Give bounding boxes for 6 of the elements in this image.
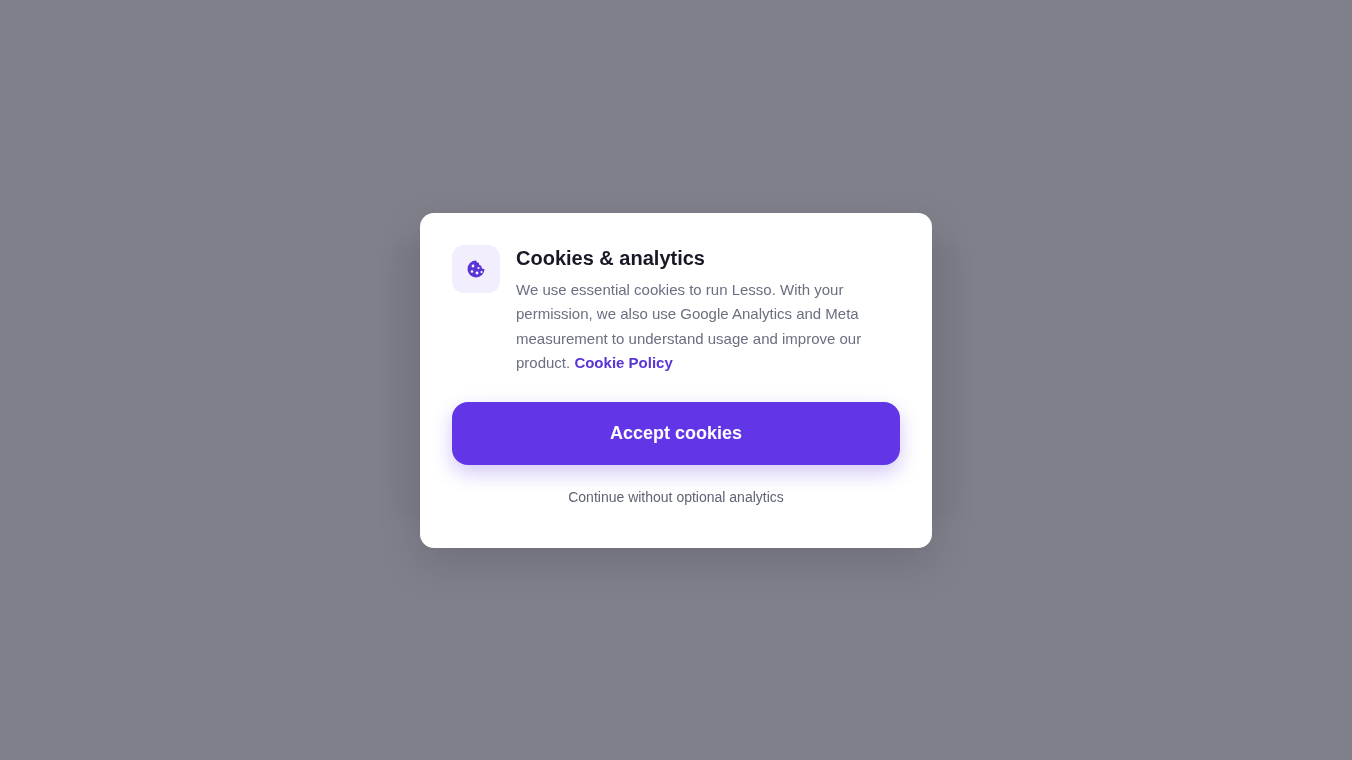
- accept-cookies-button[interactable]: Accept cookies: [452, 401, 900, 465]
- dialog-title: Cookies & analytics: [516, 245, 706, 270]
- cookie-icon: [452, 244, 500, 293]
- continue-without-analytics-link[interactable]: Continue without optional analytics: [568, 486, 784, 508]
- dialog-description: We use essential cookies to run Lesso. With your permission, we also use Google Analytics and Meta measurement to understand usage and improve our product. Cookie Policy: [516, 279, 863, 373]
- cookie-policy-link[interactable]: Cookie Policy: [574, 354, 673, 371]
